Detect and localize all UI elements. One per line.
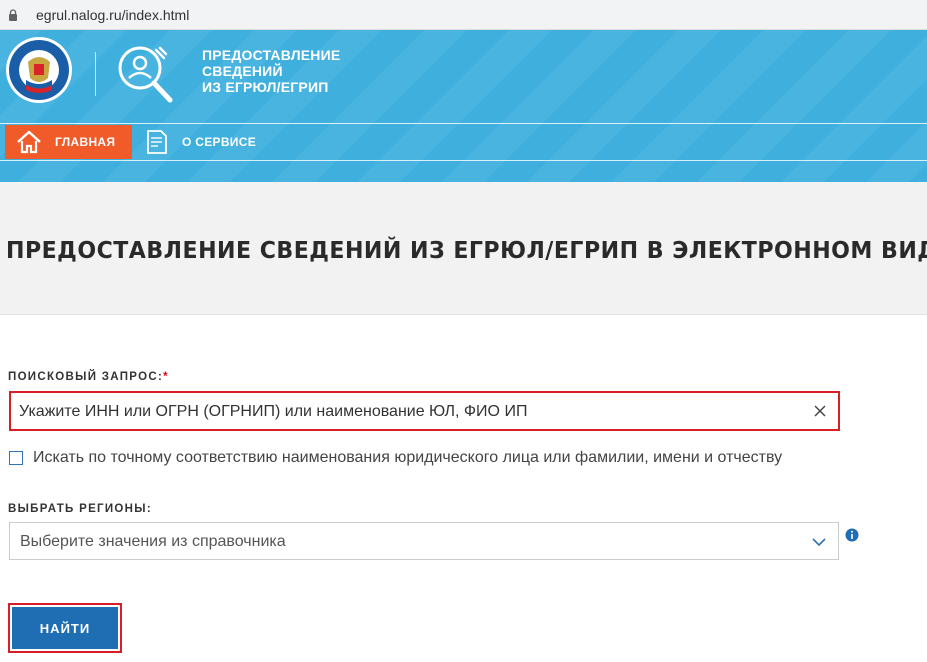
close-icon[interactable] (812, 403, 828, 419)
page-title: ПРЕДОСТАВЛЕНИЕ СВЕДЕНИЙ ИЗ ЕГРЮЛ/ЕГРИП В… (6, 238, 927, 264)
nav-home[interactable]: ГЛАВНАЯ (5, 125, 132, 159)
regions-placeholder: Выберите значения из справочника (20, 533, 286, 550)
document-icon (147, 130, 167, 154)
browser-address-bar[interactable]: egrul.nalog.ru/index.html (0, 0, 927, 30)
home-icon (17, 130, 41, 154)
nav-home-label: ГЛАВНАЯ (55, 135, 116, 149)
service-title: ПРЕДОСТАВЛЕНИЕ СВЕДЕНИЙ ИЗ ЕГРЮЛ/ЕГРИП (202, 47, 340, 95)
required-mark: * (163, 371, 169, 383)
nav-about-label: О СЕРВИСЕ (182, 135, 257, 149)
nav-about[interactable]: О СЕРВИСЕ (146, 125, 256, 159)
exact-match-option[interactable]: Искать по точному соответствию наименова… (9, 449, 782, 467)
exact-match-checkbox[interactable] (9, 451, 23, 465)
query-label: ПОИСКОВЫЙ ЗАПРОС:* (8, 371, 169, 383)
lock-icon (9, 9, 17, 21)
url-text[interactable]: egrul.nalog.ru/index.html (36, 7, 189, 23)
title-band: ПРЕДОСТАВЛЕНИЕ СВЕДЕНИЙ ИЗ ЕГРЮЛ/ЕГРИП В… (0, 182, 927, 315)
nav-divider (0, 123, 927, 124)
service-title-line: ИЗ ЕГРЮЛ/ЕГРИП (202, 79, 329, 95)
search-input[interactable] (19, 398, 799, 426)
chevron-down-icon[interactable] (812, 537, 826, 547)
site-header: ПРЕДОСТАВЛЕНИЕ СВЕДЕНИЙ ИЗ ЕГРЮЛ/ЕГРИП Г… (0, 30, 927, 182)
header-divider (95, 52, 96, 96)
service-title-line: СВЕДЕНИЙ (202, 63, 283, 79)
info-icon[interactable] (845, 528, 859, 542)
fns-emblem-icon[interactable] (4, 34, 74, 106)
search-person-icon (118, 46, 173, 103)
query-label-text: ПОИСКОВЫЙ ЗАПРОС: (8, 371, 164, 383)
nav-divider (0, 160, 927, 161)
find-button-label: НАЙТИ (12, 607, 118, 649)
find-button[interactable]: НАЙТИ (8, 603, 122, 653)
regions-select[interactable]: Выберите значения из справочника (9, 522, 839, 560)
search-field[interactable] (9, 391, 840, 431)
regions-label: ВЫБРАТЬ РЕГИОНЫ: (8, 503, 152, 515)
exact-match-label[interactable]: Искать по точному соответствию наименова… (33, 449, 782, 467)
service-title-line: ПРЕДОСТАВЛЕНИЕ (202, 47, 341, 63)
